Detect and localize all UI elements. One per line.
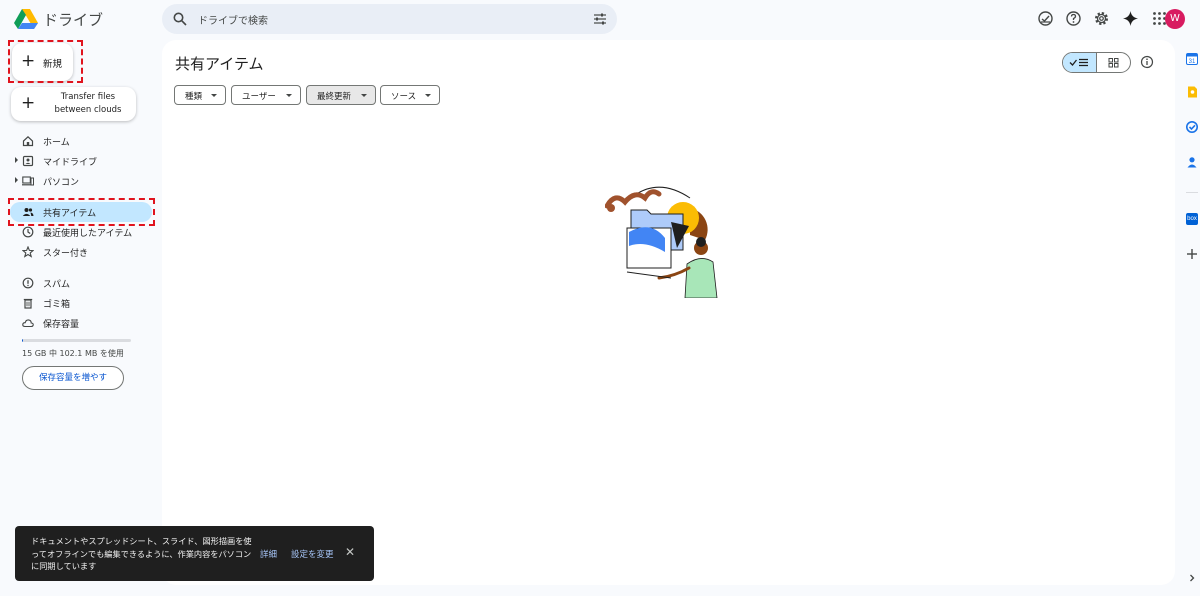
filter-label: 最終更新 bbox=[317, 92, 352, 102]
check-list-icon bbox=[1069, 58, 1088, 67]
search-input[interactable]: ドライブで検索 bbox=[198, 12, 268, 27]
my-drive-icon bbox=[22, 155, 34, 167]
sidebar-item-spam[interactable]: スパム bbox=[10, 273, 152, 293]
app-title[interactable]: ドライブ bbox=[43, 9, 103, 30]
keep-icon[interactable] bbox=[1186, 86, 1198, 98]
close-icon[interactable]: ✕ bbox=[345, 545, 355, 559]
filter-label: ユーザー bbox=[242, 92, 276, 102]
storage-usage-fill bbox=[22, 339, 24, 342]
dropdown-arrow-icon bbox=[286, 94, 292, 97]
filter-source[interactable]: ソース bbox=[380, 85, 440, 105]
filter-modified[interactable]: 最終更新 bbox=[306, 85, 376, 105]
plus-icon: + bbox=[21, 93, 36, 113]
main-content: 共有アイテム 種類 ユーザー 最終更新 ソース bbox=[162, 40, 1175, 585]
star-icon bbox=[22, 246, 34, 258]
sidebar-item-label: ゴミ箱 bbox=[43, 300, 71, 310]
filter-type[interactable]: 種類 bbox=[174, 85, 226, 105]
sidebar-item-storage[interactable]: 保存容量 bbox=[10, 313, 152, 333]
dropdown-arrow-icon bbox=[361, 94, 367, 97]
google-drive-logo[interactable] bbox=[14, 8, 38, 30]
dropdown-arrow-icon bbox=[211, 94, 217, 97]
expand-arrow-icon[interactable] bbox=[15, 157, 18, 163]
box-icon[interactable]: box bbox=[1186, 213, 1198, 225]
sidebar-item-label: ホーム bbox=[43, 138, 70, 148]
filter-label: ソース bbox=[391, 92, 417, 102]
expand-arrow-icon[interactable] bbox=[15, 177, 18, 183]
dropdown-arrow-icon bbox=[425, 94, 431, 97]
view-toggle[interactable] bbox=[1062, 52, 1131, 73]
transfer-files-button[interactable]: + Transfer files between clouds bbox=[11, 87, 136, 121]
toast-settings-link[interactable]: 設定を変更 bbox=[291, 548, 334, 560]
home-icon bbox=[22, 135, 34, 147]
sidebar-item-label: マイドライブ bbox=[43, 158, 98, 168]
offline-status-icon[interactable] bbox=[1037, 10, 1054, 27]
grid-view-button[interactable] bbox=[1097, 53, 1130, 72]
sidebar-item-label: 最近使用したアイテム bbox=[43, 229, 133, 239]
sidebar-item-label: 保存容量 bbox=[43, 320, 80, 330]
sidebar-item-starred[interactable]: スター付き bbox=[10, 242, 152, 262]
list-view-button[interactable] bbox=[1063, 53, 1097, 72]
filter-label: 種類 bbox=[185, 92, 203, 102]
grid-icon bbox=[1108, 58, 1119, 68]
sidebar-item-home[interactable]: ホーム bbox=[10, 131, 152, 151]
tasks-icon[interactable] bbox=[1186, 121, 1198, 133]
tune-icon[interactable] bbox=[593, 12, 607, 26]
sidebar-item-label: スパム bbox=[43, 280, 71, 290]
gemini-icon[interactable] bbox=[1122, 10, 1139, 27]
cloud-icon bbox=[22, 319, 34, 328]
sidebar-item-label: スター付き bbox=[43, 249, 89, 259]
storage-usage-bar bbox=[22, 339, 131, 342]
filter-people[interactable]: ユーザー bbox=[231, 85, 301, 105]
settings-icon[interactable] bbox=[1093, 10, 1110, 27]
sidebar-item-recent[interactable]: 最近使用したアイテム bbox=[10, 222, 152, 242]
info-icon[interactable] bbox=[1140, 55, 1154, 69]
toast-details-link[interactable]: 詳細 bbox=[260, 548, 277, 560]
avatar[interactable]: W bbox=[1165, 9, 1185, 29]
computer-icon bbox=[22, 176, 34, 186]
spam-icon bbox=[22, 277, 34, 289]
sync-notification-toast: ドキュメントやスプレッドシート、スライド、図形描画を使ってオフラインでも編集でき… bbox=[15, 526, 374, 581]
rail-divider bbox=[1186, 192, 1198, 193]
sidebar-item-label: パソコン bbox=[43, 178, 80, 188]
search-bar[interactable]: ドライブで検索 bbox=[162, 4, 617, 34]
top-bar: ドライブ ドライブで検索 W bbox=[0, 0, 1200, 38]
highlight-box-new bbox=[8, 40, 83, 83]
page-title: 共有アイテム bbox=[175, 55, 264, 73]
sidebar-item-my-drive[interactable]: マイドライブ bbox=[10, 151, 152, 171]
sidebar-item-computers[interactable]: パソコン bbox=[10, 171, 152, 191]
sidebar-item-trash[interactable]: ゴミ箱 bbox=[10, 293, 152, 313]
svg-text:31: 31 bbox=[1189, 59, 1196, 65]
expand-icon[interactable] bbox=[1186, 572, 1198, 584]
toast-message: ドキュメントやスプレッドシート、スライド、図形描画を使ってオフラインでも編集でき… bbox=[31, 536, 252, 571]
get-more-storage-button[interactable]: 保存容量を増やす bbox=[22, 366, 124, 390]
storage-usage-text: 15 GB 中 102.1 MB を使用 bbox=[22, 349, 124, 358]
add-icon[interactable] bbox=[1186, 248, 1198, 260]
help-icon[interactable] bbox=[1065, 10, 1082, 27]
transfer-files-label: Transfer files between clouds bbox=[54, 92, 122, 115]
empty-state-illustration bbox=[605, 186, 718, 298]
contacts-icon[interactable] bbox=[1186, 156, 1198, 168]
calendar-icon[interactable]: 31 bbox=[1186, 53, 1198, 65]
trash-icon bbox=[23, 298, 33, 309]
search-icon[interactable] bbox=[173, 12, 187, 26]
recent-icon bbox=[22, 226, 34, 238]
